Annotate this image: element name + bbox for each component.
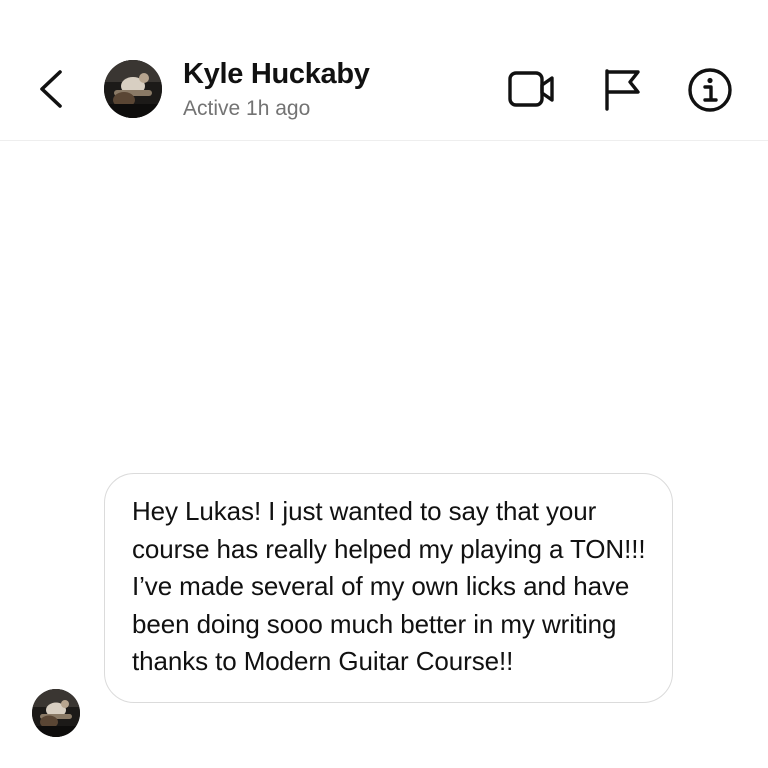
active-status: Active 1h ago — [183, 97, 311, 120]
message-bubble[interactable]: Hey Lukas! I just wanted to say that you… — [104, 473, 673, 703]
flag-icon — [605, 69, 640, 111]
video-call-button[interactable] — [505, 66, 557, 112]
report-button[interactable] — [600, 66, 646, 112]
video-camera-icon — [508, 71, 554, 107]
contact-name[interactable]: Kyle Huckaby — [183, 58, 370, 91]
back-button[interactable] — [28, 62, 74, 116]
message-list[interactable]: Hey Lukas! I just wanted to say that you… — [0, 141, 768, 768]
info-icon — [688, 68, 732, 112]
chat-header: Kyle Huckaby Active 1h ago — [0, 0, 768, 141]
sender-avatar[interactable] — [32, 689, 80, 737]
dm-thread-screen: Kyle Huckaby Active 1h ago Hey Lukas! I … — [0, 0, 768, 768]
contact-avatar[interactable] — [104, 60, 162, 118]
chevron-left-icon — [40, 70, 62, 108]
info-button[interactable] — [686, 66, 734, 114]
